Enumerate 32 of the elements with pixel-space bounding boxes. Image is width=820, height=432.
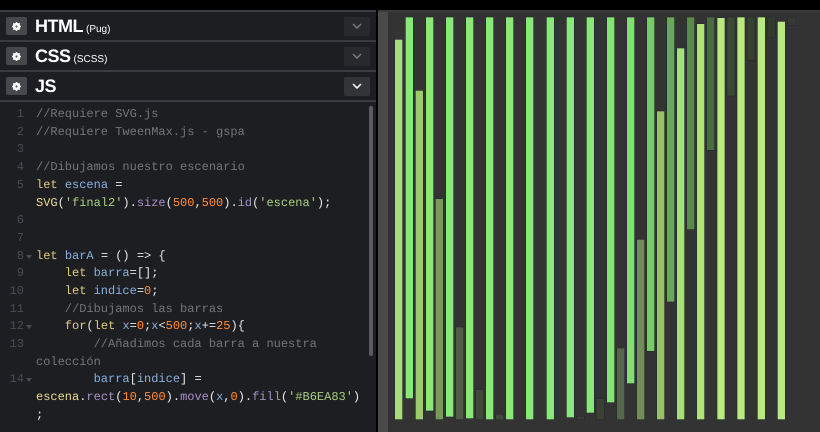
code-line: //Dibujamos las barras (64, 300, 224, 318)
code-line: //Dibujamos nuestro escenario (36, 159, 246, 176)
code-line: ; (36, 406, 44, 424)
resize-handle[interactable] (378, 12, 388, 432)
settings-icon (12, 82, 21, 90)
settings-button[interactable] (6, 47, 27, 65)
pane-title: CSS (35, 44, 71, 68)
chevron-down-icon (352, 23, 362, 29)
pane-title: JS (35, 74, 56, 98)
code-line: SVG('final2').size(500,500).id('escena'); (36, 194, 332, 212)
code-line: escena.rect(10,500).move(x,0).fill('#B6EA83') (36, 389, 362, 406)
pane-subtitle: (Pug) (86, 22, 110, 36)
scrollbar[interactable] (369, 106, 373, 356)
code-line: barra[indice] = (92, 371, 203, 388)
settings-button[interactable] (6, 77, 27, 95)
code-line: //Añadimos cada barra a nuestra (92, 336, 318, 354)
code-line: let escena = (36, 176, 124, 194)
pane-title: HTML (35, 14, 83, 38)
settings-button[interactable] (6, 17, 27, 35)
settings-icon (12, 52, 21, 60)
collapse-button[interactable] (344, 76, 370, 96)
code-line: colección (36, 354, 102, 371)
code-line: let indice=0; (64, 283, 160, 300)
code-line: //Requiere SVG.js (36, 106, 160, 123)
code-line: let barA = () => { (36, 248, 167, 265)
code-line: for(let x=0;x<500;x+=25){ (64, 318, 246, 336)
code-line: let barra=[]; (64, 265, 160, 282)
pane-subtitle: (SCSS) (74, 52, 108, 66)
chevron-down-icon (352, 83, 362, 89)
chevron-down-icon (352, 53, 362, 59)
code-line: //Requiere TweenMax.js - gspa (36, 124, 246, 141)
settings-icon (12, 22, 21, 30)
